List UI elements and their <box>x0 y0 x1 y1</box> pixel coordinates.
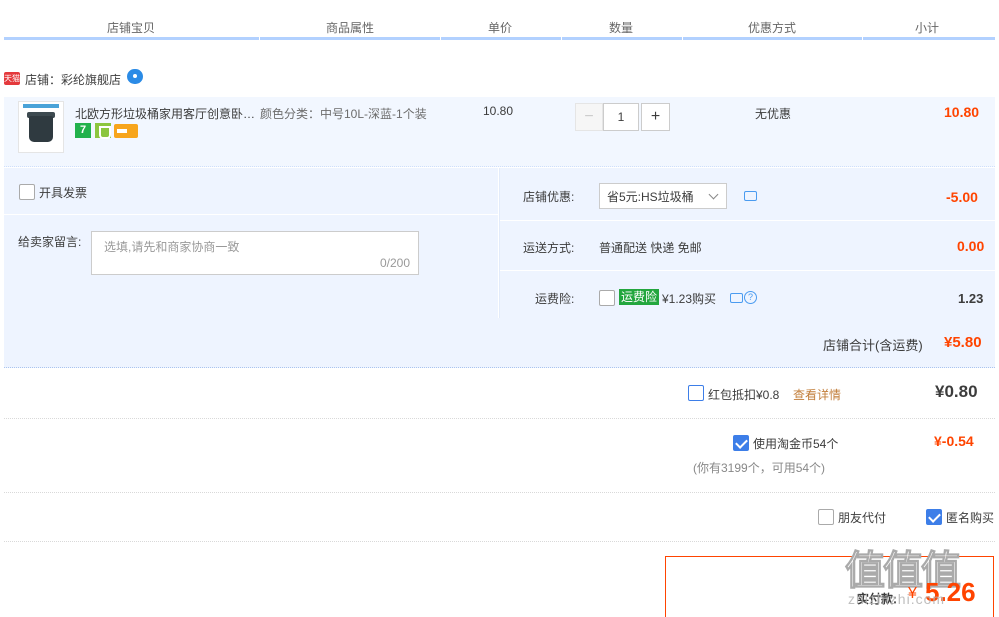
red-packet-checkbox[interactable] <box>688 385 704 401</box>
message-label: 给卖家留言: <box>18 235 82 249</box>
cart-header: 店铺宝贝 商品属性 单价 数量 优惠方式 小计 <box>4 0 995 40</box>
header-col-price: 单价 <box>488 21 513 35</box>
message-char-count: 0/200 <box>379 256 410 270</box>
insurance-amount: 1.23 <box>958 291 984 306</box>
credit-card-icon <box>114 124 138 138</box>
red-packet-details-link[interactable]: 查看详情 <box>793 386 841 403</box>
coupon-info-icon[interactable] <box>744 191 757 201</box>
shop-coupon-value: 省5元:HS垃圾桶 <box>607 189 694 204</box>
tao-coins-note: (你有3199个，可用54个) <box>693 461 826 475</box>
friend-pay-checkbox[interactable] <box>818 509 834 525</box>
shipping-label: 运送方式: <box>523 241 575 255</box>
message-placeholder: 选填,请先和商家协商一致 <box>104 240 240 254</box>
product-thumbnail[interactable] <box>18 101 64 153</box>
unit-price: 10.80 <box>483 104 514 118</box>
chat-wangwang-icon[interactable] <box>127 69 143 84</box>
quantity-minus-button[interactable]: − <box>575 103 603 131</box>
quantity-plus-button[interactable]: + <box>641 103 670 131</box>
invoice-checkbox[interactable] <box>19 184 35 200</box>
friend-pay-label: 朋友代付 <box>838 511 887 525</box>
product-attributes: 颜色分类：中号10L-深蓝-1个装 <box>260 107 427 121</box>
header-col-attributes: 商品属性 <box>326 21 375 35</box>
insurance-badge: 运费险 <box>619 289 660 305</box>
header-col-subtotal: 小计 <box>915 21 940 35</box>
seller-message-textarea[interactable]: 选填,请先和商家协商一致 0/200 <box>91 231 419 275</box>
tao-coins-label: 使用淘金币54个 <box>753 437 839 451</box>
shop-coupon-label: 店铺优惠: <box>523 190 575 204</box>
shop-coupon-amount: -5.00 <box>946 189 978 205</box>
shop-total-label: 店铺合计(含运费) <box>823 338 923 353</box>
seven-day-return-icon: 7 <box>75 123 91 138</box>
anonymous-label: 匿名购买 <box>946 511 995 525</box>
red-packet-label: 红包抵扣¥0.8 <box>708 388 780 402</box>
tao-coins-value: ¥-0.54 <box>934 433 974 449</box>
insurance-label: 运费险: <box>535 292 575 306</box>
shipping-amount: 0.00 <box>957 238 985 254</box>
red-packet-value: ¥0.80 <box>935 382 978 401</box>
insurance-info-icon[interactable] <box>730 293 743 303</box>
tmall-badge-icon: 天猫 <box>4 72 20 85</box>
header-col-promotion: 优惠方式 <box>748 21 797 35</box>
help-question-icon[interactable]: ? <box>744 291 757 304</box>
anonymous-checkbox[interactable] <box>926 509 942 525</box>
product-title-link[interactable]: 北欧方形垃圾桶家用客厅创意卧… <box>75 105 255 122</box>
quantity-input[interactable]: 1 <box>603 103 639 131</box>
insurance-checkbox[interactable] <box>599 290 615 306</box>
shop-name-link[interactable]: 店铺：彩纶旗舰店 <box>25 71 121 88</box>
guarantee-shield-icon <box>95 123 111 139</box>
insurance-price: ¥1.23购买 <box>662 292 717 306</box>
promotion-method: 无优惠 <box>755 107 792 121</box>
invoice-label: 开具发票 <box>39 186 88 200</box>
header-col-item: 店铺宝贝 <box>107 21 156 35</box>
item-subtotal: 10.80 <box>944 104 980 120</box>
tao-coins-checkbox[interactable] <box>733 435 749 451</box>
shop-coupon-select[interactable]: 省5元:HS垃圾桶 <box>599 183 727 209</box>
chevron-down-icon <box>708 189 719 200</box>
shop-total-value: ¥5.80 <box>944 334 982 351</box>
quantity-stepper: − 1 + <box>575 103 670 131</box>
shipping-method: 普通配送 快递 免邮 <box>599 241 702 255</box>
header-col-quantity: 数量 <box>609 21 634 35</box>
watermark-url: zhizhizhi.com <box>848 591 946 607</box>
